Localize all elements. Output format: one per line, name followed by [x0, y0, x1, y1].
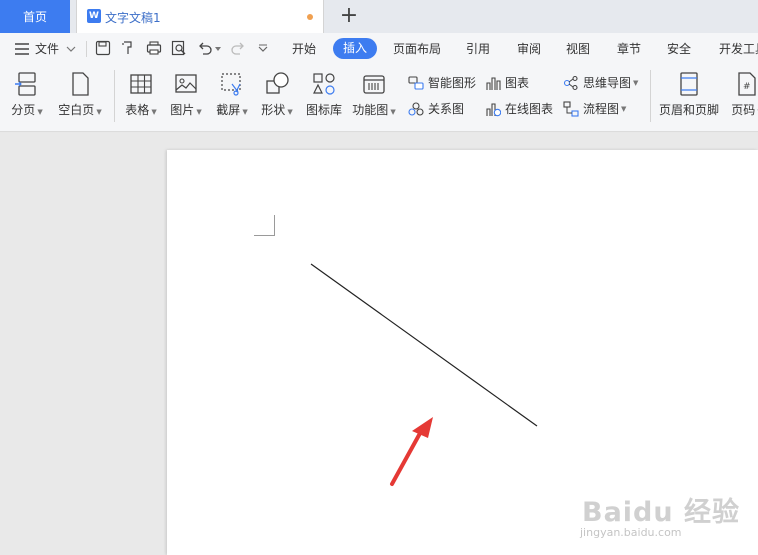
- baidu-watermark-url: jingyan.baidu.com: [580, 526, 682, 539]
- drawing-layer: [310, 263, 538, 486]
- baidu-watermark-brand: Baidu 经验: [582, 497, 741, 528]
- red-arrow-icon: [390, 417, 433, 486]
- drawn-line-shape[interactable]: [310, 263, 538, 427]
